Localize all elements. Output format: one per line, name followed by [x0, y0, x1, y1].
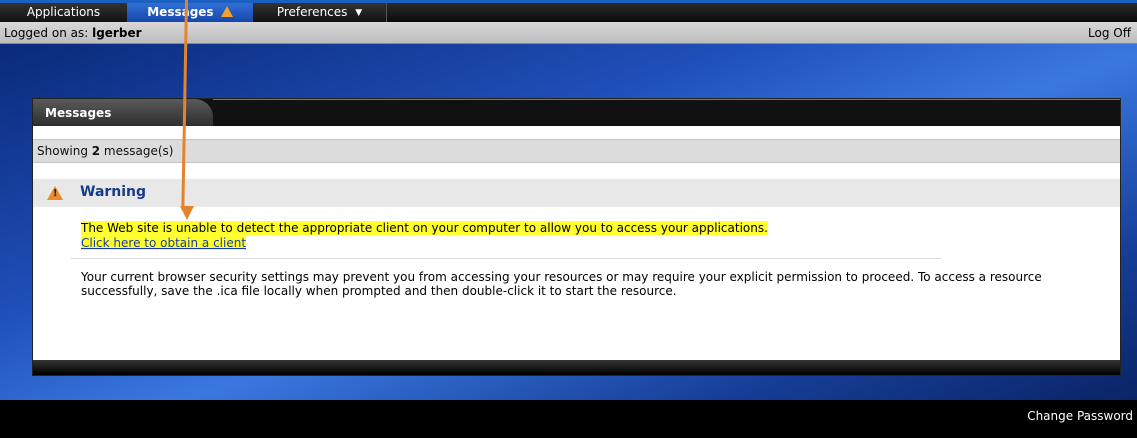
client-detection-message: The Web site is unable to detect the app… — [81, 221, 768, 251]
change-password-link[interactable]: Change Password — [1027, 409, 1133, 423]
chevron-down-icon: ▼ — [355, 8, 363, 18]
message-count-prefix: Showing — [37, 144, 92, 158]
warning-title: Warning — [80, 184, 147, 200]
logged-on-prefix: Logged on as: — [4, 26, 93, 40]
tab-preferences-label: Preferences — [276, 5, 348, 19]
tab-applications-label: Applications — [26, 5, 101, 19]
tab-applications[interactable]: Applications — [0, 3, 128, 22]
warning-header: Warning — [33, 179, 1120, 207]
logged-on-label: Logged on as: lgerber — [4, 26, 142, 40]
security-settings-message: Your current browser security settings m… — [81, 270, 1042, 298]
tab-preferences[interactable]: Preferences ▼ — [253, 3, 387, 22]
obtain-client-link[interactable]: Click here to obtain a client — [81, 236, 246, 250]
log-off-link[interactable]: Log Off — [1088, 26, 1131, 40]
tab-messages[interactable]: Messages — [127, 3, 254, 22]
message-count-bar: Showing 2 message(s) — [33, 139, 1120, 163]
message-count: 2 — [91, 144, 101, 158]
panel-footer — [33, 360, 1120, 375]
session-bar: Logged on as: lgerber Log Off — [0, 22, 1137, 44]
username: lgerber — [92, 26, 142, 40]
footer-bar: Change Password — [0, 400, 1137, 438]
tab-messages-label: Messages — [147, 5, 214, 19]
messages-panel: Messages Showing 2 message(s) Warning Th… — [32, 98, 1121, 376]
message-divider — [71, 258, 941, 259]
panel-title: Messages — [45, 106, 112, 120]
warning-icon — [47, 186, 63, 200]
panel-header-line — [213, 99, 1120, 100]
client-detection-text: The Web site is unable to detect the app… — [81, 221, 768, 235]
warning-icon — [220, 6, 233, 17]
top-navigation: Applications Messages Preferences ▼ — [0, 0, 1137, 22]
message-count-text: Showing 2 message(s) — [37, 144, 173, 158]
annotation-arrow-head — [180, 206, 194, 220]
panel-header: Messages — [33, 99, 1120, 126]
message-count-suffix: message(s) — [100, 144, 174, 158]
